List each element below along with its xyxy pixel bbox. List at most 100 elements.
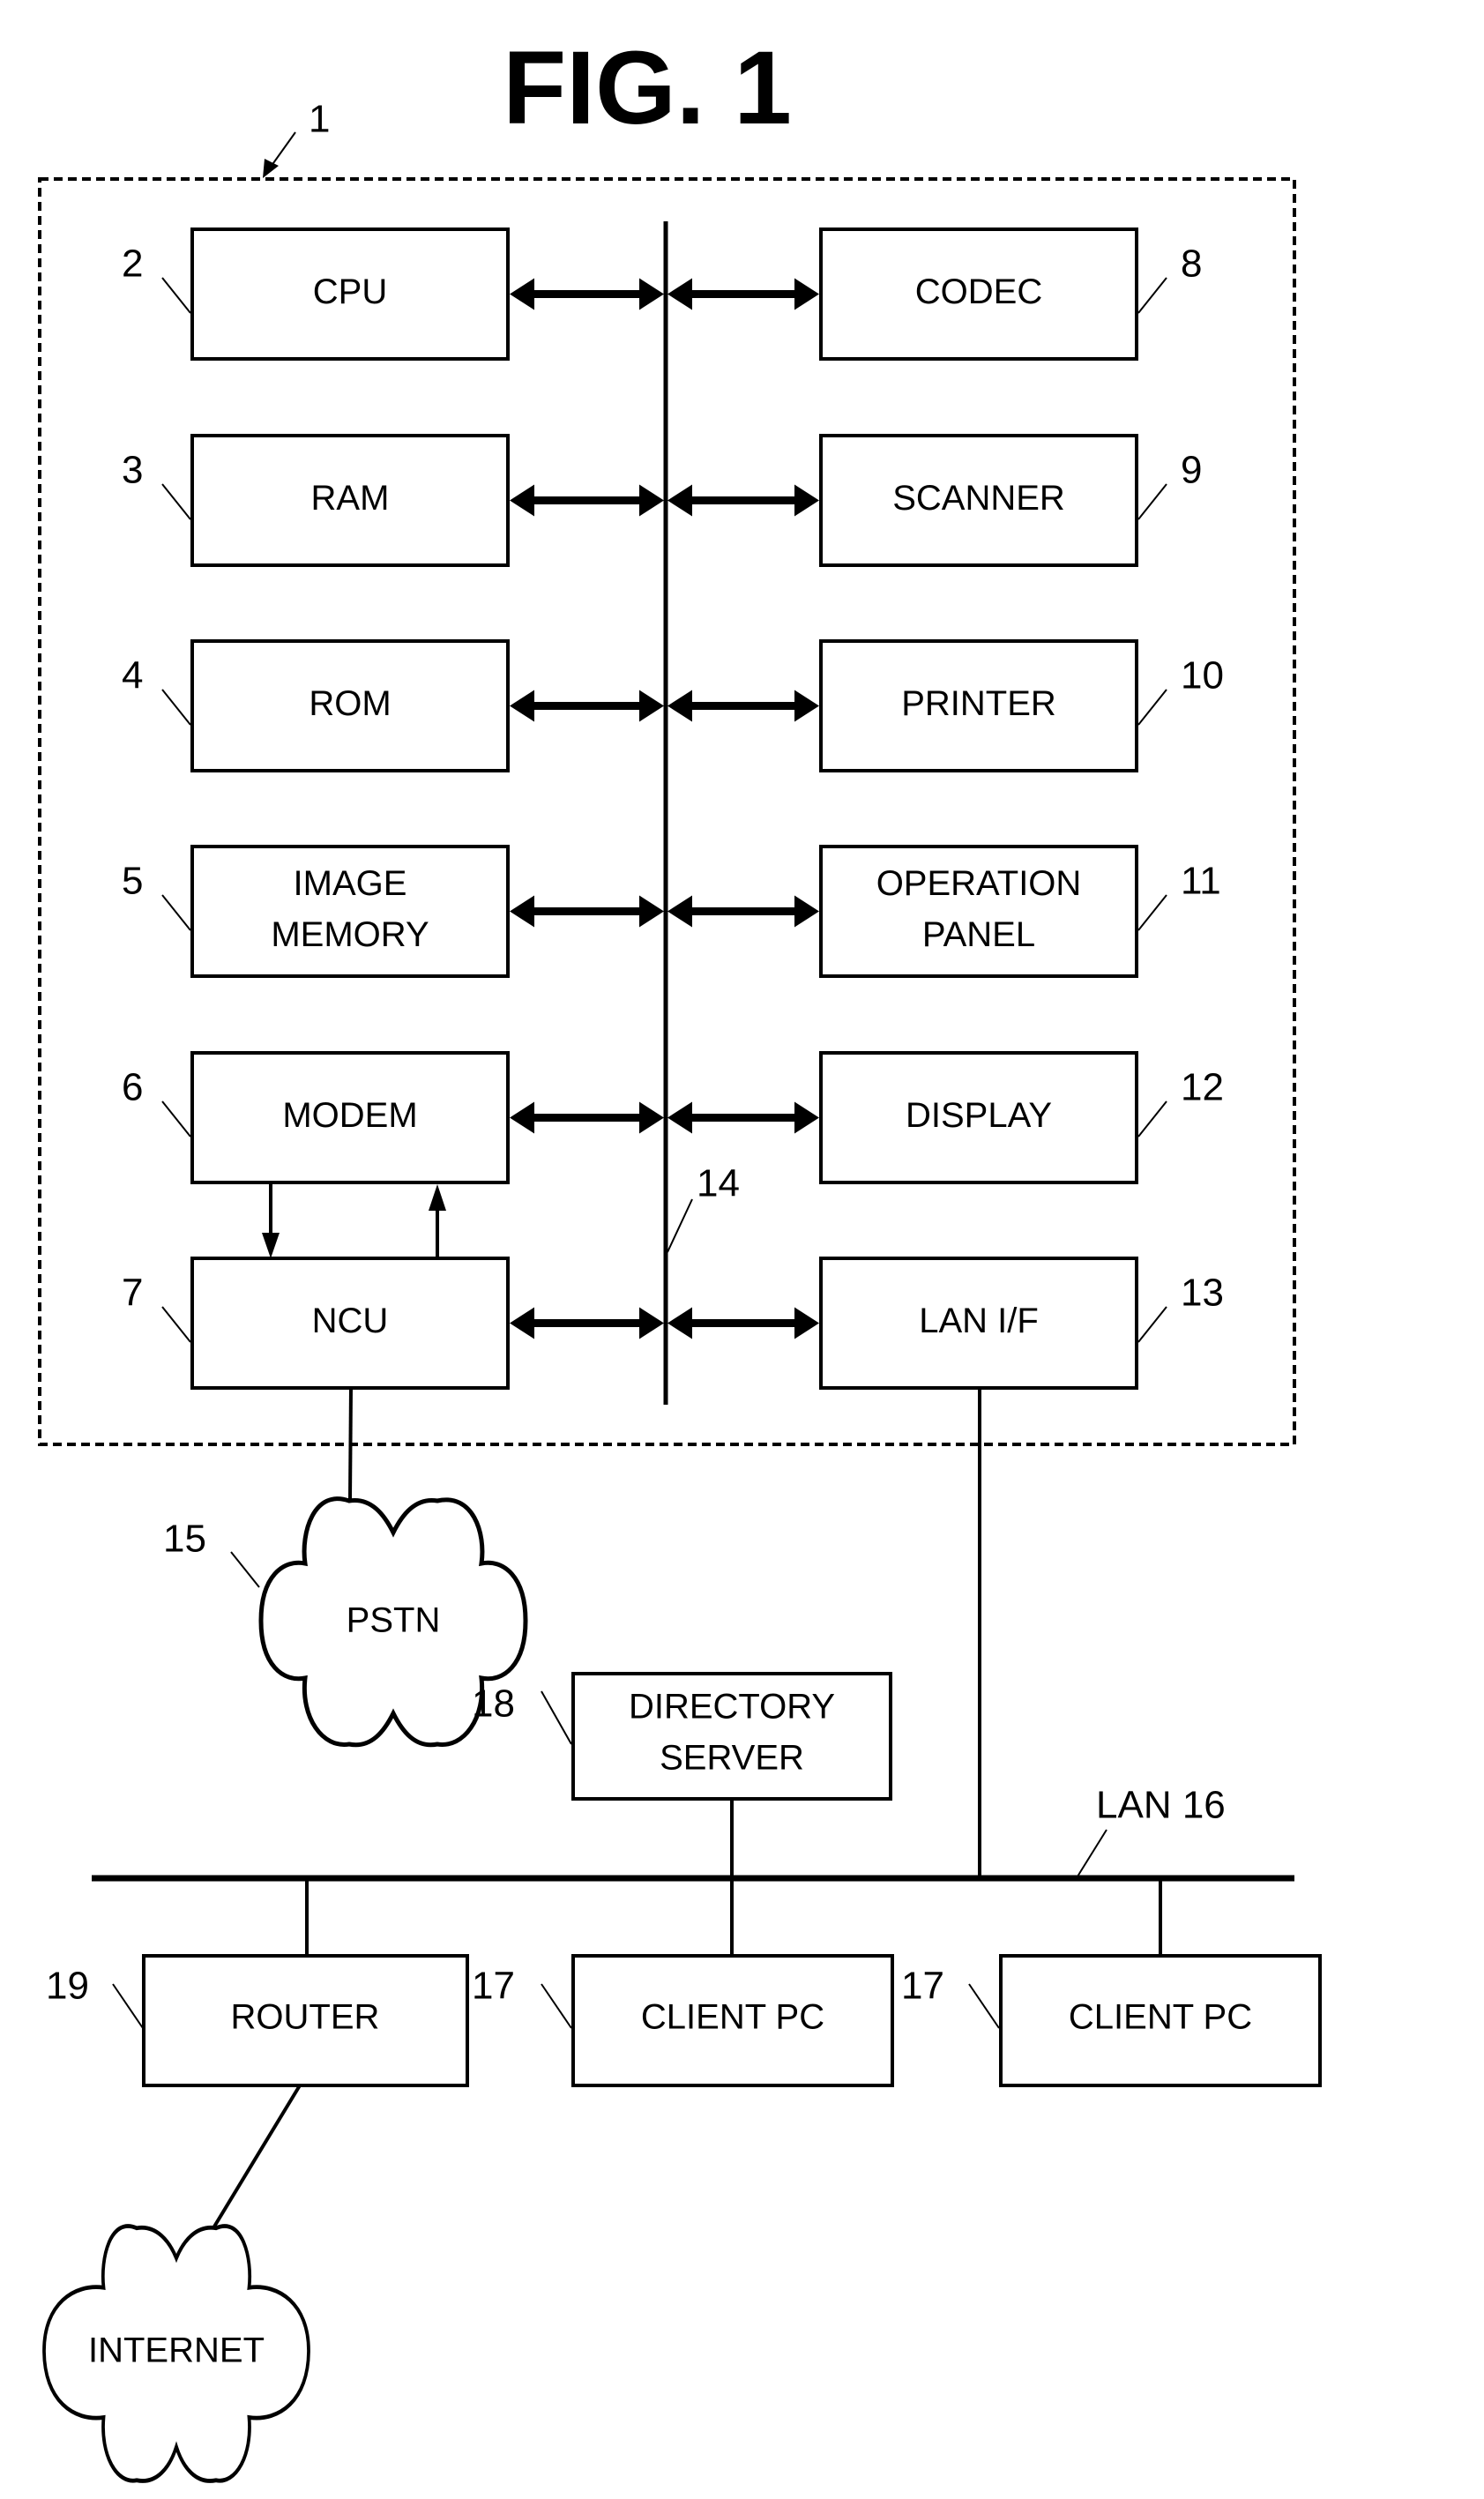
arrowhead: [667, 278, 692, 310]
block-label: PANEL: [922, 915, 1035, 954]
arrowhead: [794, 895, 819, 928]
bus-ref-leader: [667, 1198, 693, 1253]
left-block-5: NCU 7: [122, 1257, 664, 1390]
ref-leader: [1137, 1306, 1167, 1343]
block-ref: 8: [1181, 242, 1202, 286]
block-label: PRINTER: [901, 684, 1056, 723]
arrowhead: [510, 895, 534, 928]
figure-title: FIG. 1: [503, 30, 792, 146]
bus-arrow: [510, 1101, 664, 1134]
router-ref-leader: [112, 1983, 144, 2029]
block-ref: 4: [122, 654, 143, 697]
block-ref: 7: [122, 1272, 143, 1315]
ref-leader: [161, 277, 191, 314]
ncu-to-modem-arrowhead: [429, 1184, 446, 1211]
router-internet-link: [213, 2084, 302, 2228]
ref-leader: [1137, 483, 1167, 520]
right-block-0: CODEC 8: [667, 228, 1202, 361]
block-ref: 12: [1181, 1066, 1224, 1109]
arrowhead: [667, 690, 692, 722]
bus-ref-label: 14: [697, 1162, 740, 1205]
arrowhead: [667, 1101, 692, 1134]
ref-leader: [1137, 689, 1167, 726]
ref-leader: [161, 689, 191, 726]
lan-label: LAN 16: [1096, 1784, 1226, 1827]
bus-arrow: [667, 1101, 819, 1134]
block-label: IMAGE: [294, 864, 407, 903]
block-label: MODEM: [282, 1096, 417, 1135]
pstn-label: PSTN: [347, 1601, 441, 1640]
left-block-4: MODEM 6: [122, 1051, 664, 1184]
ref-leader: [1137, 1100, 1167, 1138]
arrowhead: [510, 1101, 534, 1134]
client-pc-1-ref-leader: [541, 1983, 572, 2029]
arrowhead: [794, 1307, 819, 1339]
block-label: NCU: [312, 1302, 389, 1340]
block-ref: 13: [1181, 1272, 1224, 1315]
bus-arrow: [510, 1307, 664, 1339]
directory-server-line-1: DIRECTORY: [629, 1688, 835, 1727]
modem-to-ncu-arrowhead: [262, 1233, 280, 1258]
device-ref-label: 1: [309, 98, 330, 141]
arrowhead: [639, 895, 664, 928]
block-label: RAM: [311, 479, 390, 518]
client-pc-2-ref-leader: [968, 1983, 1000, 2029]
client-pc-1-ref-label: 17: [472, 1965, 515, 2008]
client-pc-2-label: CLIENT PC: [1069, 1998, 1252, 2037]
directory-server-ref-label: 18: [472, 1682, 515, 1726]
ncu-pstn-link: [348, 1386, 353, 1500]
right-block-4: DISPLAY 12: [667, 1051, 1224, 1184]
block-label: SCANNER: [892, 479, 1065, 518]
pstn-ref-leader: [230, 1551, 260, 1588]
bus-arrow: [510, 895, 664, 928]
ref-leader: [161, 483, 191, 520]
arrowhead: [510, 690, 534, 722]
arrowhead: [794, 1101, 819, 1134]
directory-server-line-2: SERVER: [660, 1739, 804, 1778]
bus-arrow: [510, 278, 664, 310]
block-diagram: FIG. 1 1 14 CPU 2 RAM 3 ROM 4 IMAGE MEMORY 5 MODE…: [38, 30, 1322, 2483]
block-ref: 10: [1181, 654, 1224, 697]
directory-server-ref-leader: [541, 1690, 572, 1745]
client-pc-2-ref-label: 17: [901, 1965, 944, 2008]
arrowhead: [639, 1307, 664, 1339]
block-ref: 3: [122, 449, 143, 492]
internet-cloud: INTERNET: [42, 2224, 310, 2483]
arrowhead: [667, 895, 692, 928]
ref-leader: [161, 1306, 191, 1343]
pstn-ref-label: 15: [163, 1518, 206, 1561]
ref-leader: [1137, 894, 1167, 931]
ref-leader: [1137, 277, 1167, 314]
block-label: LAN I/F: [919, 1302, 1039, 1340]
block-label: ROM: [309, 684, 391, 723]
block-ref: 6: [122, 1066, 143, 1109]
arrowhead: [794, 690, 819, 722]
left-block-3: IMAGE MEMORY 5: [122, 845, 664, 978]
block-label: MEMORY: [271, 915, 429, 954]
left-block-0: CPU 2: [122, 228, 664, 361]
bus-arrow: [667, 895, 819, 928]
block-ref: 11: [1181, 860, 1221, 903]
right-block-1: SCANNER 9: [667, 434, 1202, 567]
internet-label: INTERNET: [88, 2331, 265, 2370]
bus-arrow: [667, 484, 819, 517]
device-ref-arrowhead: [263, 159, 279, 178]
bus-arrow: [510, 484, 664, 517]
client-pc-1-label: CLIENT PC: [641, 1998, 824, 2037]
router-ref-label: 19: [46, 1965, 89, 2008]
block-label: DISPLAY: [906, 1096, 1052, 1135]
arrowhead: [510, 1307, 534, 1339]
block-ref: 9: [1181, 449, 1202, 492]
router-label: ROUTER: [231, 1998, 380, 2037]
right-blocks: CODEC 8 SCANNER 9 PRINTER 10 OPERATION PANEL 11 D…: [667, 228, 1224, 1390]
bus-arrow: [667, 1307, 819, 1339]
block-label: OPERATION: [876, 864, 1082, 903]
ref-leader: [161, 1100, 191, 1138]
right-block-2: PRINTER 10: [667, 639, 1224, 772]
block-ref: 5: [122, 860, 143, 903]
arrowhead: [794, 278, 819, 310]
bus-arrow: [510, 690, 664, 722]
arrowhead: [639, 484, 664, 517]
arrowhead: [667, 484, 692, 517]
block-label: CODEC: [915, 272, 1042, 311]
